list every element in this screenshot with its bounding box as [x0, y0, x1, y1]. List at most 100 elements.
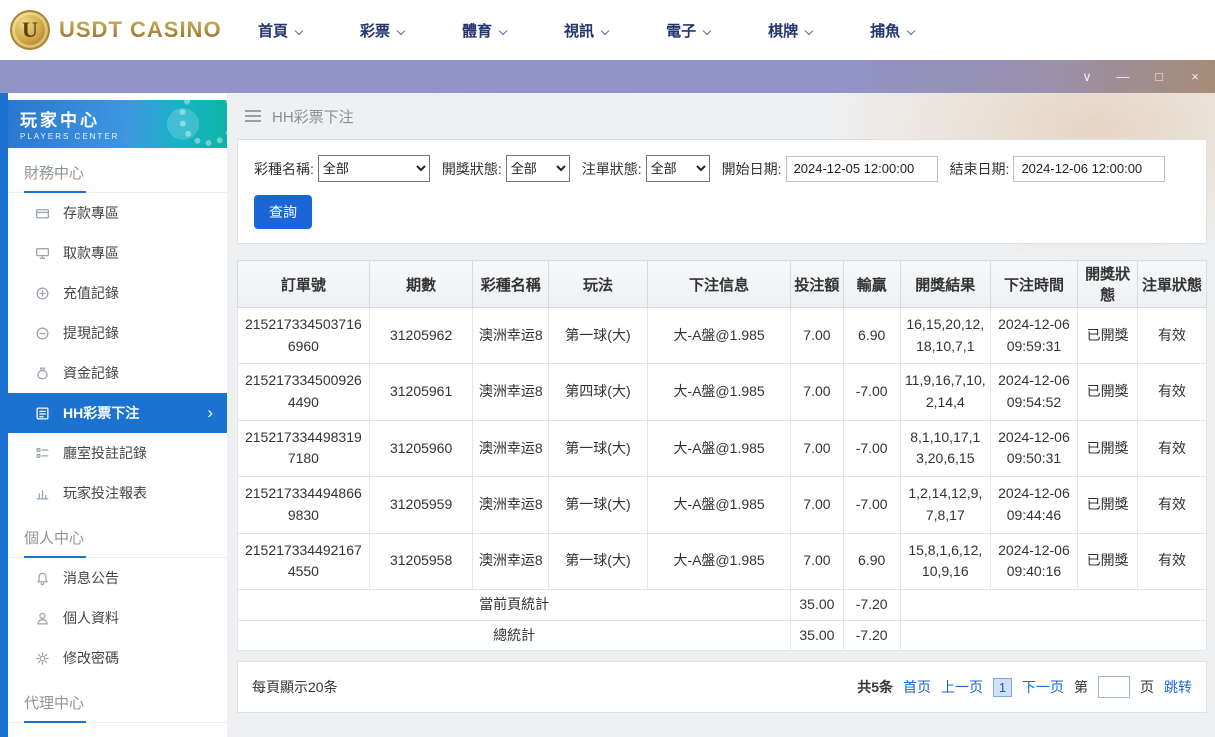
menu-toggle-icon[interactable]	[245, 110, 261, 122]
nav-item[interactable]: 捕魚	[870, 20, 916, 41]
main-content: HH彩票下注 彩種名稱: 全部 開獎狀態: 全部 注單狀態: 全部 開始日期: …	[227, 93, 1215, 737]
nav-item-label: 首頁	[258, 22, 289, 40]
filter-row: 彩種名稱: 全部 開獎狀態: 全部 注單狀態: 全部 開始日期: 結束日期:	[254, 155, 1190, 182]
section-title: 財務中心	[24, 165, 85, 182]
pagination-panel: 每頁顯示20条 共5条 首页 上一页 1 下一页 第 页 跳转	[237, 661, 1207, 714]
cell-time: 2024-12-06 09:54:52	[989, 363, 1079, 421]
lottery-bet-icon	[36, 407, 49, 419]
sidebar-item-password[interactable]: 修改密碼	[8, 638, 227, 678]
cell-amount: 7.00	[790, 532, 844, 590]
page-prefix-label: 第	[1074, 679, 1088, 696]
sidebar-item-player-report[interactable]: 玩家投注報表	[8, 473, 227, 513]
nav-item-label: 視訊	[564, 22, 595, 40]
cell-result: 15,8,1,6,12,10,9,16	[899, 532, 991, 590]
main-menu: 首頁 彩票 體育 視訊 電子 棋牌 捕魚	[232, 20, 972, 41]
order-status-select[interactable]: 全部	[645, 155, 710, 182]
column-header-bet_info: 下注信息	[646, 260, 792, 308]
draw-status-label: 開獎狀態:	[441, 160, 502, 177]
draw-status-select[interactable]: 全部	[505, 155, 570, 182]
nav-item[interactable]: 電子	[666, 20, 712, 41]
nav-item[interactable]: 棋牌	[768, 20, 814, 41]
cell-period: 31205958	[368, 532, 474, 590]
logo[interactable]: U USDT CASINO	[0, 10, 232, 50]
page-jump-input[interactable]	[1098, 676, 1130, 699]
end-date-input[interactable]	[1013, 155, 1166, 182]
cell-winloss: -7.00	[842, 419, 901, 478]
cell-bet_info: 大-A盤@1.985	[646, 532, 792, 590]
nav-item-label: 捕魚	[870, 22, 901, 40]
next-page-link[interactable]: 下一页	[1022, 677, 1064, 697]
hall-bet-record-icon	[36, 447, 49, 458]
recharge-record-icon	[36, 287, 49, 299]
pager: 共5条 首页 上一页 1 下一页 第 页 跳转	[857, 676, 1192, 699]
nav-item[interactable]: 視訊	[564, 20, 610, 41]
top-navigation: U USDT CASINO 首頁 彩票 體育 視訊 電子 棋牌 捕魚	[0, 0, 1215, 60]
lottery-name-select[interactable]: 全部	[317, 155, 430, 182]
sidebar-item-label: 提現記錄	[63, 325, 119, 341]
cell-result: 11,9,16,7,10,2,14,4	[899, 363, 991, 421]
page_total-label: 當前頁統計	[236, 588, 792, 621]
withdraw-icon	[35, 247, 50, 259]
total-count-label: 共5条	[857, 679, 893, 696]
page-title: HH彩票下注	[272, 108, 354, 126]
sidebar-subtitle: PLAYERS CENTER	[20, 132, 120, 141]
player-report-icon	[36, 489, 49, 499]
grand_total-label: 總統計	[236, 619, 792, 652]
cell-bet_info: 大-A盤@1.985	[646, 306, 792, 365]
grand_total-amount: 35.00	[790, 619, 844, 652]
cell-time: 2024-12-06 09:44:46	[989, 476, 1079, 534]
password-icon	[36, 651, 49, 665]
sidebar-item-cashout-record[interactable]: 提現記錄	[8, 313, 227, 353]
jump-link[interactable]: 跳转	[1164, 677, 1192, 697]
nav-item-label: 棋牌	[768, 22, 799, 40]
close-icon[interactable]: ×	[1187, 70, 1203, 83]
sidebar-item-recharge-record[interactable]: 充值記錄	[8, 273, 227, 313]
sidebar-item-label: 消息公告	[63, 570, 119, 586]
sidebar-item-lottery-bet[interactable]: HH彩票下注 ›	[8, 393, 227, 433]
sidebar-item-announcement[interactable]: 消息公告	[8, 558, 227, 598]
nav-item-label: 彩票	[360, 22, 391, 40]
chevron-down-icon	[804, 26, 814, 35]
column-header-order_no: 訂單號	[237, 260, 370, 308]
sidebar: 玩家中心 PLAYERS CENTER 財務中心 存款專區 取款專區 充值記錄 提現記錄…	[8, 93, 227, 737]
sidebar-item-label: 存款專區	[63, 205, 119, 221]
sidebar-item-profile[interactable]: 個人資料	[8, 598, 227, 638]
column-header-play: 玩法	[548, 260, 648, 308]
start-date-input[interactable]	[785, 155, 938, 182]
cell-lottery: 澳洲幸运8	[472, 476, 550, 534]
nav-item[interactable]: 體育	[462, 20, 508, 41]
minimize-icon[interactable]: —	[1115, 70, 1131, 83]
table-body: 2152173345037166960 31205962 澳洲幸运8 第一球(大) 大-…	[236, 306, 1208, 652]
cell-result: 16,15,20,12,18,10,7,1	[899, 306, 991, 365]
deposit-icon	[35, 208, 50, 218]
cell-play: 第四球(大)	[548, 363, 648, 421]
prev-page-link[interactable]: 上一页	[941, 677, 983, 697]
nav-item[interactable]: 首頁	[258, 20, 304, 41]
maximize-icon[interactable]: □	[1151, 70, 1167, 83]
cell-winloss: -7.00	[842, 363, 901, 421]
sidebar-item-funds-record[interactable]: 資金記錄	[8, 353, 227, 393]
nav-item[interactable]: 彩票	[360, 20, 406, 41]
cell-amount: 7.00	[790, 476, 844, 534]
chevron-down-icon[interactable]: ∨	[1079, 70, 1095, 83]
column-header-lottery: 彩種名稱	[472, 260, 550, 308]
sidebar-item-withdraw[interactable]: 取款專區	[8, 233, 227, 273]
cell-order_status: 有效	[1137, 306, 1207, 365]
cell-order_status: 有效	[1137, 363, 1207, 421]
first-page-link[interactable]: 首页	[903, 677, 931, 697]
bets-table-panel: 訂單號 期數 彩種名稱 玩法 下注信息 投注額 輸贏 開獎結果 下注時間 開獎狀態 注單狀態 215…	[236, 260, 1208, 652]
chevron-down-icon	[702, 26, 712, 35]
cell-order_no: 2152173344983197180	[237, 419, 370, 478]
cell-period: 31205960	[368, 419, 474, 478]
sidebar-item-label: 充值記錄	[63, 285, 119, 301]
usdt-coin-icon: U	[10, 10, 50, 50]
table-row: 2152173344948669830 31205959 澳洲幸运8 第一球(大) 大-…	[237, 476, 1207, 534]
cell-winloss: 6.90	[842, 532, 901, 590]
sidebar-item-deposit[interactable]: 存款專區	[8, 193, 227, 233]
cell-play: 第一球(大)	[548, 419, 648, 478]
section-underline	[24, 556, 86, 558]
sidebar-item-hall-bet-record[interactable]: 廳室投註記錄	[8, 433, 227, 473]
cell-bet_info: 大-A盤@1.985	[646, 363, 792, 421]
current-page-button[interactable]: 1	[993, 677, 1012, 697]
search-button[interactable]: 查詢	[254, 195, 312, 229]
